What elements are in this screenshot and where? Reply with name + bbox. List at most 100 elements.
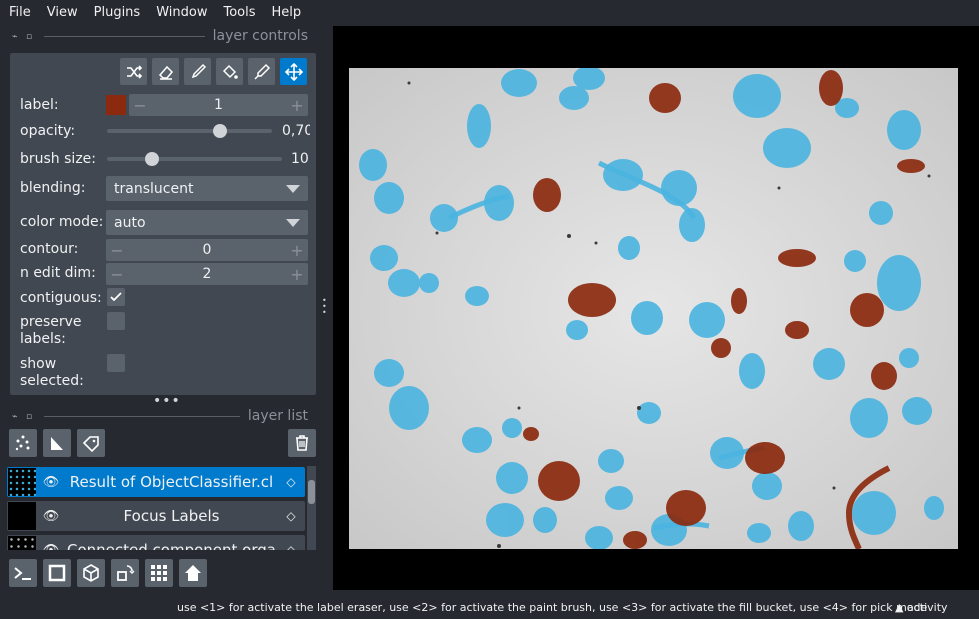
chevron-down-icon — [286, 184, 300, 193]
contour-label: contour: — [20, 241, 79, 257]
status-bar: use <1> for activate the label eraser, u… — [0, 596, 979, 619]
blending-label: blending: — [20, 180, 86, 196]
activity-label: activity — [906, 601, 948, 614]
float-icon[interactable]: ⌁ — [12, 32, 20, 42]
tag-icon: ◇ — [286, 475, 296, 489]
decrement-button[interactable]: − — [106, 265, 128, 284]
eye-icon[interactable]: 👁 — [36, 475, 66, 490]
layer-list-header: ⌁ ▫ layer list — [0, 406, 318, 426]
label-label: label: — [20, 97, 59, 113]
contiguous-checkbox[interactable] — [107, 288, 125, 306]
menu-window[interactable]: Window — [148, 5, 215, 20]
float-icon[interactable]: ⌁ — [12, 412, 20, 422]
layer-thumbnail — [8, 502, 36, 530]
decrement-button[interactable]: − — [106, 241, 128, 260]
brush-size-label: brush size: — [20, 151, 96, 167]
paint-brush-icon — [191, 63, 206, 78]
increment-button[interactable]: + — [286, 96, 308, 115]
blending-dropdown[interactable]: translucent — [106, 176, 308, 201]
shuffle-colors-button[interactable] — [120, 58, 147, 85]
eye-icon[interactable]: 👁 — [36, 509, 66, 524]
eraser-button[interactable] — [152, 58, 179, 85]
n-edit-dim-label: n edit dim: — [20, 265, 96, 281]
divider — [44, 415, 240, 417]
increment-button[interactable]: + — [286, 265, 308, 284]
menu-help[interactable]: Help — [264, 5, 310, 20]
trash-icon — [296, 435, 308, 451]
menu-file[interactable]: File — [0, 5, 39, 20]
new-points-layer-button[interactable] — [9, 429, 37, 457]
eye-icon[interactable]: 👁 — [36, 543, 66, 551]
undock-icon[interactable]: ▫ — [26, 32, 34, 42]
layer-list-title: layer list — [247, 408, 308, 424]
roll-dimensions-button[interactable] — [77, 559, 105, 587]
paint-brush-button[interactable] — [184, 58, 211, 85]
layer-item[interactable]: 👁 Result of ObjectClassifier.cl ◇ — [7, 467, 305, 497]
image-layer[interactable] — [349, 68, 958, 549]
layer-list-scrollbar[interactable] — [307, 466, 316, 550]
layer-thumbnail — [8, 536, 36, 550]
tag-icon: ◇ — [286, 509, 296, 523]
microscopy-image — [349, 68, 958, 549]
shapes-icon — [51, 437, 63, 450]
tag-icon — [82, 436, 99, 452]
preserve-labels-label: preserve labels: — [20, 314, 82, 347]
rotate-icon — [117, 565, 135, 581]
menu-view[interactable]: View — [39, 5, 86, 20]
terminal-icon — [14, 567, 31, 580]
pan-zoom-icon — [284, 62, 303, 81]
color-mode-label: color mode: — [20, 214, 104, 230]
label-color-swatch[interactable] — [106, 95, 126, 115]
brush-size-slider[interactable] — [107, 157, 282, 161]
fill-bucket-button[interactable] — [216, 58, 243, 85]
layer-name: Result of ObjectClassifier.cl — [69, 473, 274, 491]
new-labels-layer-button[interactable] — [77, 429, 105, 457]
contour-spinbox[interactable]: − 0 + — [106, 239, 308, 261]
home-icon — [185, 565, 201, 581]
color-mode-value: auto — [114, 214, 146, 231]
increment-button[interactable]: + — [286, 241, 308, 260]
chevron-down-icon — [286, 218, 300, 227]
color-mode-dropdown[interactable]: auto — [106, 210, 308, 235]
label-spinbox[interactable]: − 1 + — [129, 94, 308, 116]
console-button[interactable] — [9, 559, 37, 587]
color-picker-button[interactable] — [248, 58, 275, 85]
label-tools — [120, 58, 307, 85]
fill-bucket-icon — [222, 64, 238, 79]
brush-size-value: 10 — [291, 151, 309, 167]
activity-button[interactable]: ▲ activity — [895, 601, 948, 614]
tag-icon: ◇ — [286, 543, 296, 550]
brush-size-slider-handle[interactable] — [145, 152, 159, 166]
divider — [44, 35, 205, 37]
undock-icon[interactable]: ▫ — [26, 412, 34, 422]
toggle-ndisplay-button[interactable] — [43, 559, 71, 587]
menu-plugins[interactable]: Plugins — [86, 5, 149, 20]
contiguous-label: contiguous: — [20, 290, 102, 306]
triangle-up-icon: ▲ — [895, 601, 907, 614]
new-shapes-layer-button[interactable] — [43, 429, 71, 457]
grid-mode-button[interactable] — [145, 559, 173, 587]
decrement-button[interactable]: − — [129, 96, 151, 115]
home-button[interactable] — [179, 559, 207, 587]
shuffle-icon — [126, 64, 142, 79]
layer-item[interactable]: 👁 Connected component orga ◇ — [7, 535, 305, 550]
vertical-splitter-handle[interactable]: • • • — [322, 297, 328, 317]
scrollbar-thumb[interactable] — [308, 480, 315, 504]
layer-thumbnail — [8, 468, 36, 496]
transpose-dimensions-button[interactable] — [111, 559, 139, 587]
pan-zoom-button[interactable] — [280, 58, 307, 85]
n-edit-dim-spinbox[interactable]: − 2 + — [106, 263, 308, 285]
layer-item[interactable]: 👁 Focus Labels ◇ — [7, 501, 305, 531]
preserve-labels-checkbox[interactable] — [107, 312, 125, 330]
color-picker-icon — [253, 63, 270, 80]
menu-tools[interactable]: Tools — [215, 5, 263, 20]
show-selected-checkbox[interactable] — [107, 354, 125, 372]
layer-list: 👁 Result of ObjectClassifier.cl ◇ 👁 Focu… — [7, 466, 307, 550]
square-icon — [48, 564, 66, 582]
layer-controls-header: ⌁ ▫ layer controls — [0, 26, 318, 46]
opacity-slider[interactable] — [107, 129, 272, 133]
opacity-slider-handle[interactable] — [213, 124, 227, 138]
grid-icon — [151, 565, 167, 581]
delete-layer-button[interactable] — [288, 429, 316, 457]
layer-name: Focus Labels — [123, 507, 220, 525]
